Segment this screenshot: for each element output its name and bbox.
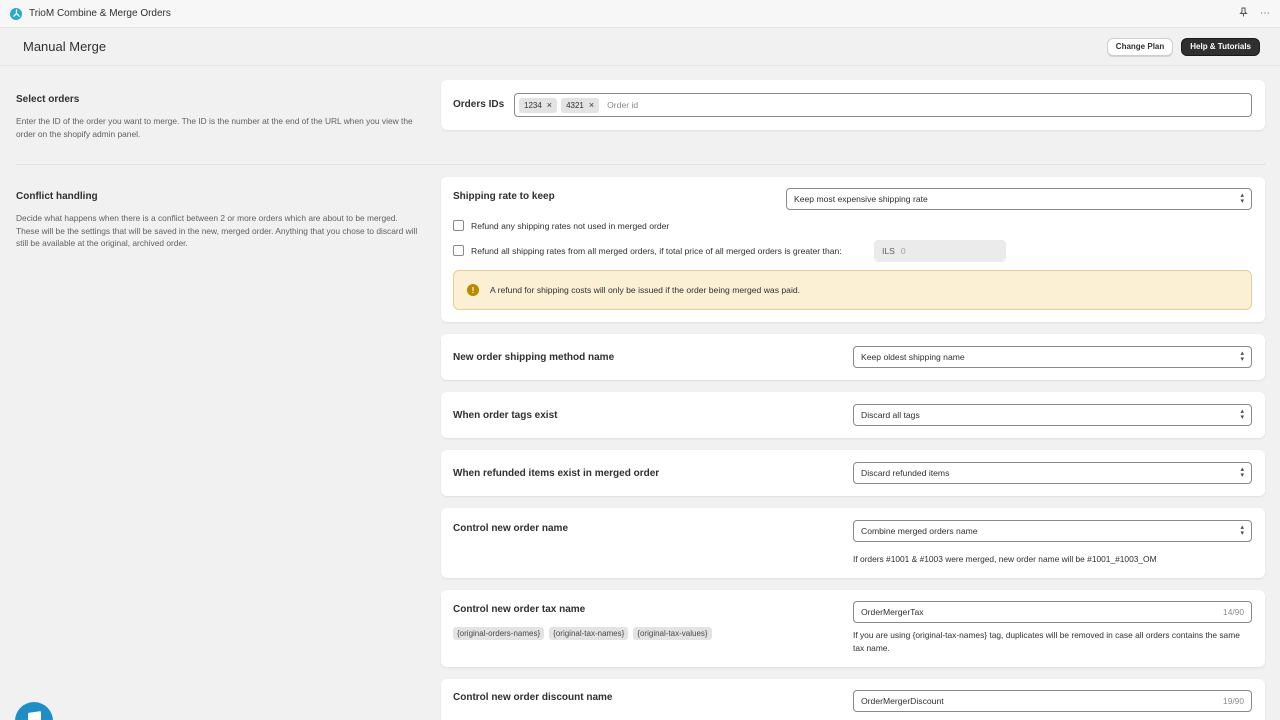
- discount-name-char-count: 19/90: [1223, 696, 1244, 706]
- refund-warning-banner: ! A refund for shipping costs will only …: [453, 270, 1252, 310]
- section-divider: [16, 164, 1266, 165]
- select-chevron-icon: ▴ ▾: [1240, 192, 1244, 205]
- order-tag: 4321 ×: [561, 97, 600, 113]
- shipping-rate-select[interactable]: Keep most expensive shipping rate ▴ ▾: [786, 188, 1252, 210]
- tag-chip[interactable]: {original-tax-values}: [633, 627, 712, 640]
- shipping-rate-value: Keep most expensive shipping rate: [794, 194, 928, 204]
- refund-unused-label: Refund any shipping rates not used in me…: [471, 220, 670, 231]
- select-orders-info: Select orders Enter the ID of the order …: [16, 94, 421, 140]
- select-orders-title: Select orders: [16, 94, 80, 105]
- refund-all-row: Refund all shipping rates from all merge…: [453, 245, 842, 256]
- tax-name-label: Control new order tax name: [453, 604, 586, 615]
- help-tutorials-button[interactable]: Help & Tutorials: [1181, 37, 1260, 56]
- refund-unused-checkbox[interactable]: [453, 220, 464, 231]
- threshold-value: 0: [900, 246, 906, 256]
- discount-name-label: Control new order discount name: [453, 692, 613, 703]
- order-id-placeholder[interactable]: Order id: [607, 100, 638, 110]
- tax-name-value: OrderMergerTax: [861, 607, 924, 617]
- app-logo-icon: [10, 7, 22, 20]
- orders-ids-input[interactable]: 1234 × 4321 × Order id: [514, 93, 1252, 117]
- more-icon[interactable]: ⋯: [1260, 8, 1270, 19]
- refunded-items-select[interactable]: Discard refunded items ▴ ▾: [853, 462, 1252, 484]
- orders-ids-label: Orders IDs: [453, 99, 505, 110]
- remove-tag-icon[interactable]: ×: [547, 100, 552, 110]
- shipping-method-select[interactable]: Keep oldest shipping name ▴ ▾: [853, 346, 1252, 368]
- refunded-items-value: Discard refunded items: [861, 468, 950, 478]
- app-title: TrioM Combine & Merge Orders: [29, 8, 171, 19]
- tax-name-input[interactable]: OrderMergerTax 14/90: [853, 601, 1252, 623]
- select-chevron-icon: ▴ ▾: [1240, 524, 1244, 537]
- order-name-select[interactable]: Combine merged orders name ▴ ▾: [853, 520, 1252, 542]
- change-plan-button[interactable]: Change Plan: [1106, 37, 1174, 56]
- select-chevron-icon: ▴ ▾: [1240, 408, 1244, 421]
- discount-name-card: Control new order discount name OrderMer…: [441, 679, 1265, 720]
- conflict-handling-description: Decide what happens when there is a conf…: [16, 213, 418, 248]
- refund-threshold-field[interactable]: ILS 0: [874, 240, 1006, 262]
- discount-name-value: OrderMergerDiscount: [861, 696, 944, 706]
- shipping-method-card: New order shipping method name Keep olde…: [441, 334, 1265, 380]
- currency-prefix: ILS: [882, 246, 895, 256]
- order-tags-label: When order tags exist: [453, 410, 558, 421]
- chat-icon: [27, 711, 41, 720]
- page-header: Manual Merge Change Plan Help & Tutorial…: [0, 28, 1280, 66]
- tag-chip[interactable]: {original-tax-names}: [549, 627, 629, 640]
- app-top-bar: TrioM Combine & Merge Orders ⋯: [0, 0, 1280, 28]
- shipping-rate-card: Shipping rate to keep Keep most expensiv…: [441, 177, 1265, 322]
- order-tag-label: 4321: [566, 100, 584, 110]
- tax-name-card: Control new order tax name {original-ord…: [441, 590, 1265, 667]
- remove-tag-icon[interactable]: ×: [589, 100, 594, 110]
- order-tags-value: Discard all tags: [861, 410, 920, 420]
- order-tags-select[interactable]: Discard all tags ▴ ▾: [853, 404, 1252, 426]
- refund-unused-row: Refund any shipping rates not used in me…: [453, 220, 669, 231]
- order-tag-label: 1234: [524, 100, 542, 110]
- refund-all-label: Refund all shipping rates from all merge…: [471, 245, 842, 256]
- warning-icon: !: [467, 284, 479, 296]
- tax-name-chips: {original-orders-names} {original-tax-na…: [453, 627, 715, 640]
- select-orders-description: Enter the ID of the order you want to me…: [16, 116, 413, 139]
- page-title: Manual Merge: [23, 39, 107, 54]
- tag-chip[interactable]: {original-orders-names}: [453, 627, 545, 640]
- chat-launcher-button[interactable]: [15, 702, 53, 720]
- refunded-items-card: When refunded items exist in merged orde…: [441, 450, 1265, 496]
- shipping-method-label: New order shipping method name: [453, 352, 615, 363]
- orders-ids-card: Orders IDs 1234 × 4321 × Order id: [441, 80, 1265, 130]
- conflict-handling-title: Conflict handling: [16, 191, 98, 202]
- pin-icon[interactable]: [1239, 7, 1248, 20]
- select-chevron-icon: ▴ ▾: [1240, 466, 1244, 479]
- refund-all-checkbox[interactable]: [453, 245, 464, 256]
- order-tags-card: When order tags exist Discard all tags ▴…: [441, 392, 1265, 438]
- order-name-card: Control new order name Combine merged or…: [441, 508, 1265, 578]
- conflict-handling-info: Conflict handling Decide what happens wh…: [16, 191, 421, 250]
- shipping-method-value: Keep oldest shipping name: [861, 352, 965, 362]
- refunded-items-label: When refunded items exist in merged orde…: [453, 468, 660, 479]
- order-name-help: If orders #1001 & #1003 were merged, new…: [853, 554, 1157, 564]
- refund-warning-text: A refund for shipping costs will only be…: [490, 285, 801, 295]
- select-chevron-icon: ▴ ▾: [1240, 350, 1244, 363]
- order-name-value: Combine merged orders name: [861, 526, 978, 536]
- shipping-rate-label: Shipping rate to keep: [453, 191, 555, 202]
- order-name-label: Control new order name: [453, 523, 569, 534]
- tax-name-help: If you are using {original-tax-names} ta…: [853, 630, 1240, 653]
- tax-name-char-count: 14/90: [1223, 607, 1244, 617]
- discount-name-input[interactable]: OrderMergerDiscount 19/90: [853, 690, 1252, 712]
- order-tag: 1234 ×: [519, 97, 558, 113]
